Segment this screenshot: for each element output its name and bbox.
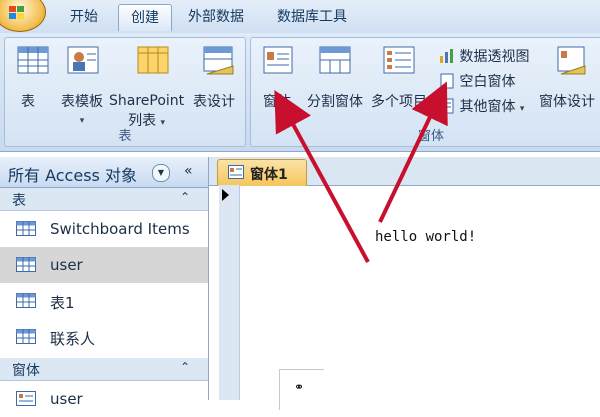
nav-item-label: user (50, 390, 83, 408)
table-template-label: 表模板 (61, 94, 103, 110)
office-button[interactable] (0, 0, 46, 32)
group-form: 窗体 分割窗体 多个项目 数据透视图 空白窗体 其他窗体 ▾ 窗体设计 窗体 (250, 37, 600, 147)
nav-item-user-form[interactable]: user (0, 381, 208, 417)
tab-create[interactable]: 创建 (118, 4, 172, 31)
pivot-chart-icon (440, 49, 453, 63)
sharepoint-list-icon (137, 46, 169, 74)
chevron-down-icon: ▾ (519, 104, 525, 114)
sharepoint-list-label: SharePoint 列表 ▾ (109, 93, 185, 129)
nav-item-table1[interactable]: 表1 (0, 283, 208, 319)
tab-database-tools[interactable]: 数据库工具 (265, 4, 359, 30)
ribbon-tab-bar: 开始 创建 外部数据 数据库工具 (0, 0, 600, 33)
multiple-items-icon (383, 46, 415, 74)
table-design-icon (203, 46, 234, 75)
find-control[interactable]: ⚭ (279, 369, 324, 410)
group-form-label: 窗体 (417, 129, 444, 144)
nav-dropdown-icon[interactable]: ▼ (152, 164, 170, 182)
nav-item-user[interactable]: user (0, 247, 208, 283)
form-icon (228, 165, 244, 179)
document-tab-form1[interactable]: 窗体1 (217, 159, 307, 186)
navigation-pane: 所有 Access 对象 ▼ « 表 ⌃ Switchboard Items u… (0, 157, 209, 408)
form-icon (16, 391, 36, 406)
nav-item-label: Switchboard Items (50, 220, 190, 238)
blank-form-icon (440, 73, 454, 89)
table-icon (16, 293, 36, 308)
binoculars-icon: ⚭ (294, 380, 305, 394)
table-icon (16, 257, 36, 272)
blank-form-label: 空白窗体 (459, 74, 516, 90)
tab-home[interactable]: 开始 (58, 4, 110, 30)
form-text-label: hello world! (375, 229, 477, 245)
nav-item-label: user (50, 256, 83, 274)
section-header-forms[interactable]: 窗体 ⌃ (0, 358, 208, 381)
document-area: 窗体1 hello world! ⚭ (209, 157, 600, 410)
nav-title[interactable]: 所有 Access 对象 (8, 162, 137, 186)
nav-item-label: 表1 (50, 294, 75, 312)
table-button[interactable]: 表 (21, 91, 35, 111)
section-title: 窗体 (12, 363, 40, 379)
record-selector-rail[interactable] (219, 185, 240, 400)
group-table: 表 表模板 ▾ SharePoint 列表 ▾ 表设计 表 (4, 37, 246, 147)
section-title: 表 (12, 193, 26, 209)
form-design-icon (557, 46, 586, 75)
more-forms-label: 其他窗体 (459, 99, 516, 115)
document-tab-strip: 窗体1 (209, 157, 600, 186)
form-button[interactable]: 窗体 (263, 91, 291, 111)
tab-external-data[interactable]: 外部数据 (176, 4, 256, 30)
document-tab-label: 窗体1 (250, 167, 288, 183)
table-design-button[interactable]: 表设计 (193, 91, 235, 111)
table-template-button[interactable]: 表模板 ▾ (61, 91, 103, 127)
group-table-label: 表 (118, 129, 132, 144)
form-icon (263, 46, 293, 74)
blank-form-button[interactable]: 空白窗体 (439, 71, 515, 91)
table-template-icon (67, 46, 99, 74)
nav-item-contacts[interactable]: 联系人 (0, 319, 208, 355)
nav-item-switchboard-items[interactable]: Switchboard Items (0, 211, 208, 247)
pivot-chart-label: 数据透视图 (459, 49, 530, 65)
current-record-icon (222, 189, 229, 201)
more-forms-icon (440, 98, 454, 114)
form-design-button[interactable]: 窗体设计 (539, 91, 595, 111)
multiple-items-button[interactable]: 多个项目 (371, 91, 427, 111)
office-logo-icon (9, 6, 24, 19)
table-icon (16, 329, 36, 344)
nav-header: 所有 Access 对象 ▼ « (0, 157, 208, 188)
nav-item-label: 联系人 (50, 330, 96, 348)
collapse-section-icon[interactable]: ⌃ (180, 360, 190, 374)
split-form-icon (319, 46, 351, 74)
collapse-pane-icon[interactable]: « (184, 163, 193, 179)
table-icon (17, 46, 49, 74)
pivot-chart-button[interactable]: 数据透视图 (439, 46, 529, 66)
section-header-tables[interactable]: 表 ⌃ (0, 188, 208, 211)
collapse-section-icon[interactable]: ⌃ (180, 190, 190, 204)
split-form-button[interactable]: 分割窗体 (307, 91, 363, 111)
table-icon (16, 221, 36, 236)
more-forms-button[interactable]: 其他窗体 ▾ (439, 96, 524, 116)
ribbon: 表 表模板 ▾ SharePoint 列表 ▾ 表设计 表 窗体 分割窗体 多个… (0, 33, 600, 152)
